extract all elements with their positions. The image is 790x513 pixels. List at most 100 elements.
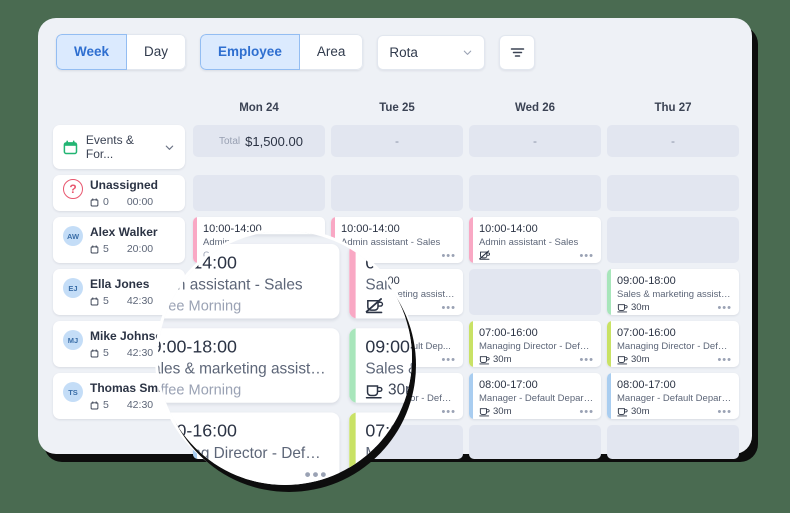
shift-card[interactable]: 09:00-18:00Sales & ... - Default Dep...3… [349, 328, 412, 403]
view-toggle-week[interactable]: Week [56, 34, 127, 70]
break-duration: 30m [388, 382, 412, 400]
shift-count: 5 [103, 295, 109, 307]
coffee-icon [617, 303, 628, 313]
empty-slot[interactable] [469, 269, 601, 315]
shift-time: 09:00-18:00 [365, 252, 412, 275]
total-value: - [395, 134, 399, 148]
avatar: TS [63, 382, 83, 402]
employee-card[interactable]: ?Unassigned000:00 [53, 175, 185, 211]
coffee-icon [158, 402, 160, 403]
day-cell[interactable]: 07:00-16:00Managing Director - Default D… [466, 318, 604, 370]
shift-count-icon [90, 401, 99, 410]
empty-slot[interactable] [331, 175, 463, 211]
shift-role: Managing Director - Default Dep... [158, 443, 328, 464]
total-cell: Total$1,500.00 [190, 122, 328, 160]
shift-menu-button[interactable]: ••• [717, 408, 732, 416]
day-cell[interactable]: 10:00-14:00Admin assistant - SalesCoffee… [158, 231, 344, 239]
coffee-icon [365, 467, 383, 483]
shift-card[interactable]: 10:00-14:00Admin assistant - Sales••• [469, 217, 601, 263]
shift-count: 5 [103, 243, 109, 255]
day-cell-empty[interactable] [604, 172, 742, 214]
group-toggle[interactable]: Employee Area [200, 34, 363, 70]
rota-select[interactable]: Rota [377, 35, 485, 70]
day-cell[interactable]: 09:00-18:00Sales & marketing assistant -… [158, 323, 344, 407]
shift-menu-button[interactable]: ••• [579, 408, 594, 416]
rota-select-value: Rota [389, 45, 418, 60]
total-cell: - [328, 122, 466, 160]
shift-menu-button[interactable]: ••• [441, 408, 456, 416]
employee-name: Alex Walker [90, 225, 158, 239]
employee-name: Unassigned [90, 178, 158, 192]
empty-slot[interactable] [607, 217, 739, 263]
shift-card[interactable]: 08:00-17:00Manager - Default Department3… [607, 373, 739, 419]
shift-menu-button[interactable]: ••• [305, 468, 329, 481]
day-cell-empty[interactable] [466, 266, 604, 318]
empty-slot[interactable] [469, 175, 601, 211]
day-cell[interactable]: 08:00-17:00Manager - Default Department3… [604, 370, 742, 422]
shift-menu-button[interactable]: ••• [441, 252, 456, 260]
no-break-icon [158, 317, 161, 319]
shift-menu-button[interactable]: ••• [579, 252, 594, 260]
day-cell-empty[interactable] [190, 172, 328, 214]
shift-break: 30m [617, 302, 649, 313]
table-row: EJElla Jones542:3010:00-14:00Admin assis… [158, 239, 412, 323]
shift-card[interactable]: 08:00-17:00Manager - Default Department3… [469, 373, 601, 419]
day-cell-empty[interactable] [328, 172, 466, 214]
shift-card[interactable]: 10:00-14:00Admin assistant - SalesCoffee… [158, 231, 339, 234]
employee-hours: 20:00 [127, 243, 153, 255]
day-cell[interactable]: 07:00-16:00Managing Director - Default D… [344, 408, 412, 485]
shift-menu-button[interactable]: ••• [717, 304, 732, 312]
chevron-down-icon [164, 142, 175, 153]
total-cell: - [466, 122, 604, 160]
day-cell[interactable]: 09:00-18:00Sales & marketing assistant -… [604, 266, 742, 318]
chevron-down-icon [462, 47, 473, 58]
shift-card[interactable]: 07:00-16:00Managing Director - Default D… [469, 321, 601, 367]
shift-menu-button[interactable]: ••• [717, 356, 732, 364]
day-cell[interactable]: 10:00-14:00Admin assistant - Sales••• [344, 231, 412, 239]
shift-card[interactable]: 09:00-18:00Sales & marketing assistant -… [349, 244, 412, 319]
shift-break: 30m [365, 466, 412, 484]
empty-slot[interactable] [607, 425, 739, 459]
empty-slot[interactable] [607, 175, 739, 211]
filter-button[interactable] [499, 35, 535, 70]
shift-break: 30m [617, 406, 649, 417]
day-cell-empty[interactable] [466, 422, 604, 462]
group-toggle-employee[interactable]: Employee [200, 34, 300, 70]
shift-card[interactable]: 09:00-18:00Sales & marketing assistant -… [607, 269, 739, 315]
employee-cell[interactable]: ?Unassigned000:00 [48, 172, 190, 214]
day-cell[interactable]: 07:00-16:00Managing Director - Default D… [604, 318, 742, 370]
shift-role: Admin assistant - Sales [158, 275, 328, 296]
shift-menu-button[interactable]: ••• [441, 304, 456, 312]
empty-slot[interactable] [193, 175, 325, 211]
empty-slot[interactable] [469, 425, 601, 459]
day-cell[interactable]: 07:00-16:00Managing Director - Default D… [158, 408, 344, 485]
shift-card[interactable]: 07:00-16:00Managing Director - Default D… [607, 321, 739, 367]
shift-card[interactable]: 07:00-16:00Managing Director - Default D… [158, 412, 339, 485]
shift-card[interactable]: 07:00-16:00Managing Director - Default D… [349, 412, 412, 485]
shift-count: 5 [103, 399, 109, 411]
total-value: $1,500.00 [245, 134, 303, 149]
day-cell[interactable]: 08:00-17:00Manager - Default Department3… [466, 370, 604, 422]
view-toggle[interactable]: Week Day [56, 34, 186, 70]
day-cell[interactable]: 09:00-18:00Sales & ... - Default Dep...3… [344, 323, 412, 407]
shift-card[interactable]: 09:00-18:00Sales & marketing assistant -… [158, 328, 339, 403]
shift-card[interactable]: 10:00-14:00Admin assistant - Sales••• [349, 231, 412, 234]
shift-card[interactable]: 10:00-14:00Admin assistant - SalesCoffee… [158, 244, 339, 319]
day-cell[interactable]: 09:00-18:00Sales & marketing assistant -… [344, 239, 412, 323]
shift-role: Managing Director - Default Dep... [479, 340, 594, 353]
group-toggle-area[interactable]: Area [299, 34, 364, 70]
calendar-selector[interactable]: Events & For... [53, 125, 185, 169]
day-cell-empty[interactable] [604, 214, 742, 266]
day-cell-empty[interactable] [604, 422, 742, 462]
avatar: EJ [63, 278, 83, 298]
day-cell[interactable]: 10:00-14:00Admin assistant - Sales••• [466, 214, 604, 266]
shift-menu-button[interactable]: ••• [579, 356, 594, 364]
shift-break [158, 317, 161, 319]
day-cell-empty[interactable] [466, 172, 604, 214]
day-cell[interactable]: 10:00-14:00Admin assistant - SalesCoffee… [158, 239, 344, 323]
view-toggle-day[interactable]: Day [126, 34, 186, 70]
shift-menu-button[interactable]: ••• [441, 356, 456, 364]
calendar-selector-cell[interactable]: Events & For... [48, 122, 190, 172]
employee-hours: 42:30 [127, 399, 153, 411]
shift-count-icon [90, 349, 99, 358]
